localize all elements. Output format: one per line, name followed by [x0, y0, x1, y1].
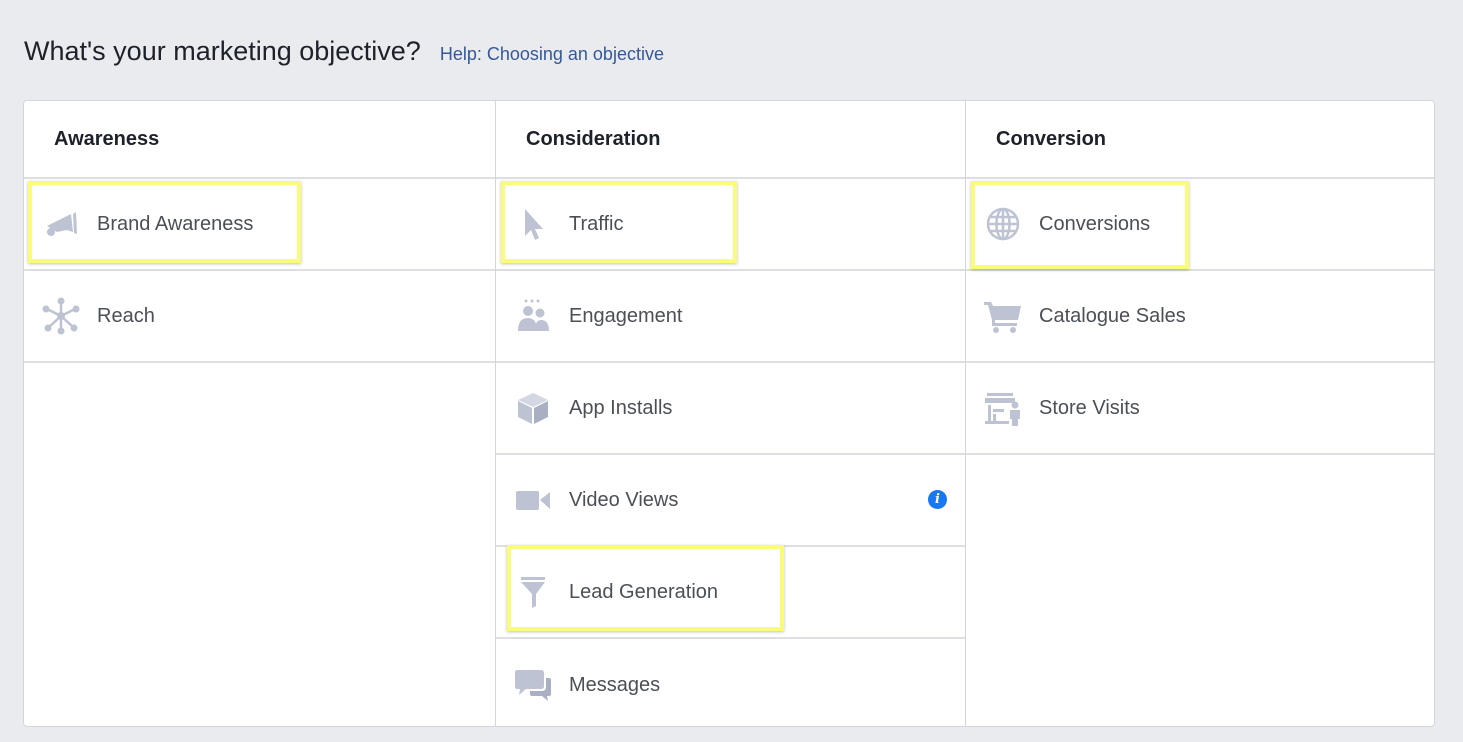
objective-reach[interactable]: Reach: [24, 271, 495, 363]
objective-label: Reach: [97, 304, 155, 327]
objective-store-visits[interactable]: Store Visits: [966, 363, 1434, 455]
objective-conversions[interactable]: Conversions: [966, 179, 1434, 271]
column-header-conversion: Conversion: [966, 101, 1434, 179]
help-link[interactable]: Help: Choosing an objective: [440, 44, 664, 65]
column-header-consideration: Consideration: [496, 101, 965, 179]
objective-label: Catalogue Sales: [1039, 304, 1186, 327]
page-header: What's your marketing objective? Help: C…: [24, 36, 664, 67]
store-icon: [983, 388, 1023, 428]
box-icon: [513, 388, 553, 428]
objective-engagement[interactable]: Engagement: [496, 271, 965, 363]
objective-label: Conversions: [1039, 212, 1151, 235]
cursor-icon: [513, 204, 553, 244]
people-icon: [513, 296, 553, 336]
info-icon[interactable]: i: [928, 490, 947, 509]
globe-icon: [983, 204, 1023, 244]
column-consideration: Consideration Traffic Engagement App Ins…: [496, 101, 966, 726]
objective-label: Lead Generation: [569, 580, 719, 603]
megaphone-icon: [41, 204, 81, 244]
reach-network-icon: [41, 296, 81, 336]
column-conversion: Conversion Conversions Catalogue Sales S…: [966, 101, 1434, 726]
objective-label: Brand Awareness: [97, 212, 254, 235]
objective-messages[interactable]: Messages: [496, 639, 965, 726]
objective-catalogue-sales[interactable]: Catalogue Sales: [966, 271, 1434, 363]
objective-label: Video Views: [569, 488, 679, 511]
objective-panel: Awareness Brand Awareness Reach Consider…: [23, 100, 1435, 727]
chat-bubbles-icon: [513, 665, 553, 705]
video-camera-icon: [513, 480, 553, 520]
objective-label: App Installs: [569, 396, 673, 419]
objective-brand-awareness[interactable]: Brand Awareness: [24, 179, 495, 271]
page-title: What's your marketing objective?: [24, 36, 421, 66]
objective-label: Engagement: [569, 304, 683, 327]
objective-label: Store Visits: [1039, 396, 1140, 419]
objective-label: Traffic: [569, 212, 624, 235]
objective-app-installs[interactable]: App Installs: [496, 363, 965, 455]
column-header-awareness: Awareness: [24, 101, 495, 179]
objective-video-views[interactable]: Video Views i: [496, 455, 965, 547]
shopping-cart-icon: [983, 296, 1023, 336]
objective-traffic[interactable]: Traffic: [496, 179, 965, 271]
column-awareness: Awareness Brand Awareness Reach: [24, 101, 496, 726]
objective-lead-generation[interactable]: Lead Generation: [496, 547, 965, 639]
funnel-icon: [513, 572, 553, 612]
objective-label: Messages: [569, 673, 661, 696]
